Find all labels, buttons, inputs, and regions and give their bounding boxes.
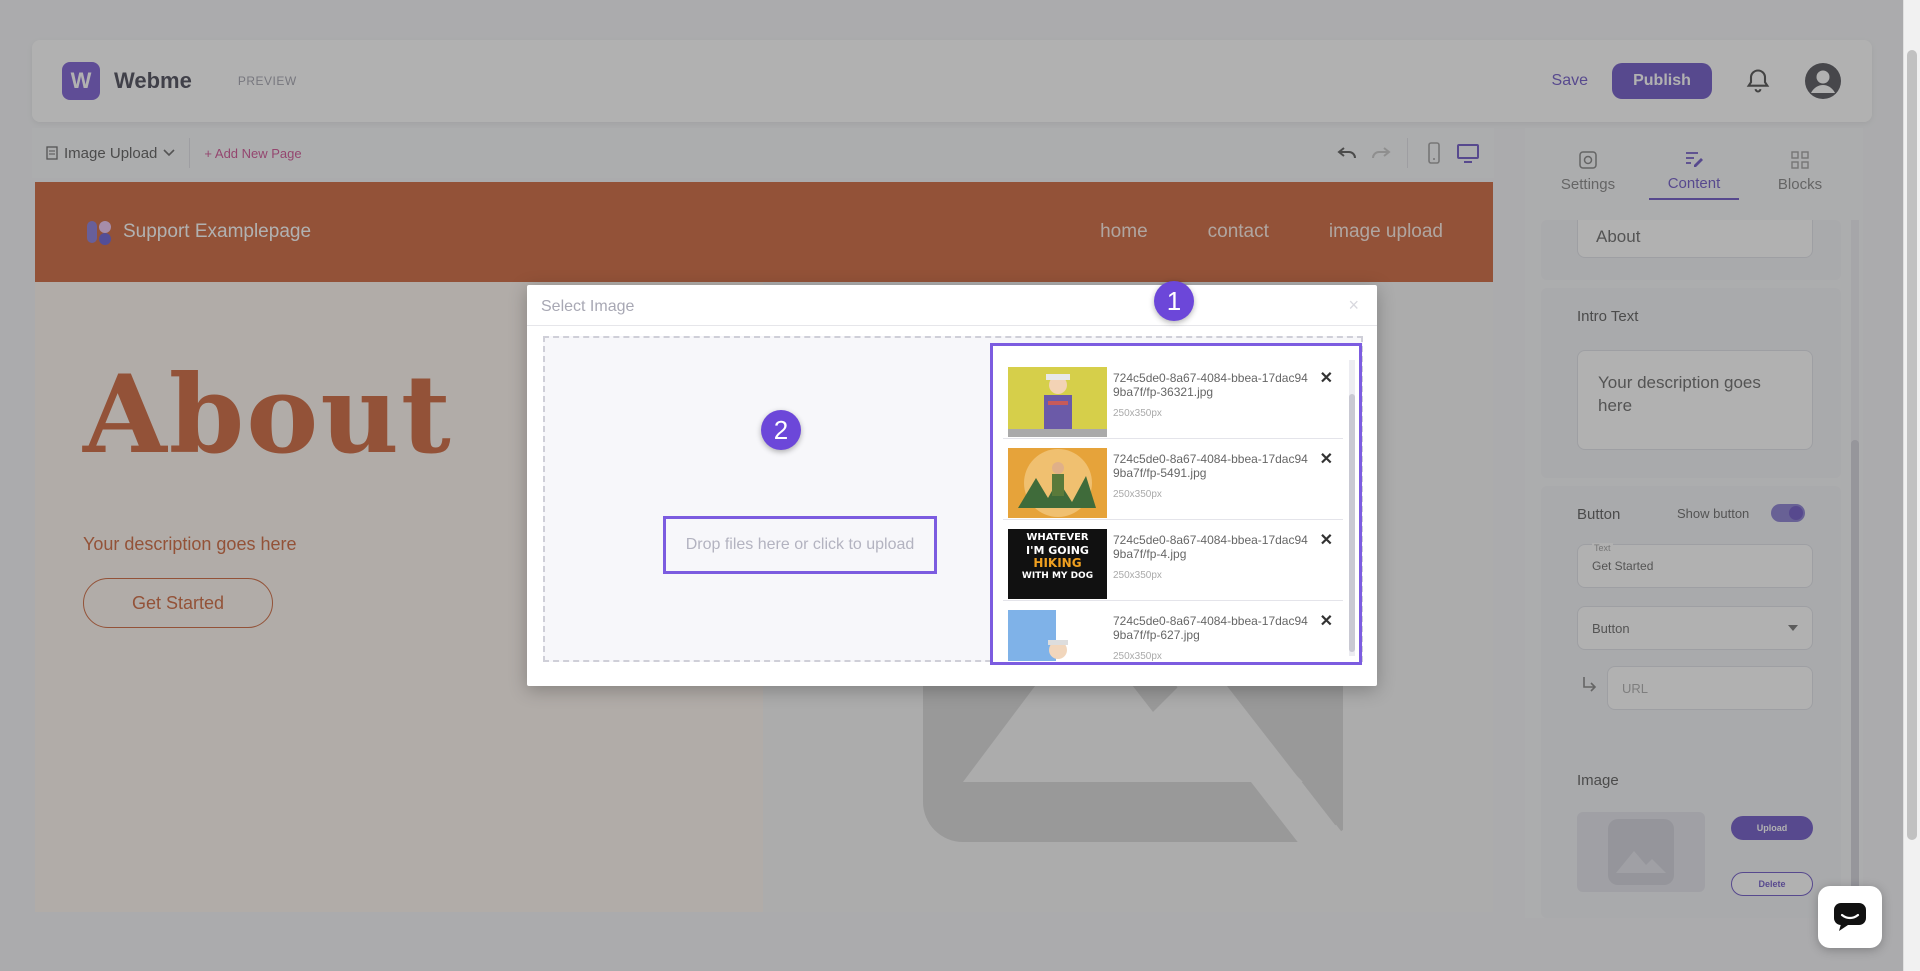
- step-badge-1: 1: [1154, 281, 1194, 321]
- remove-file-icon[interactable]: ✕: [1320, 449, 1333, 469]
- file-size: 250x350px: [1113, 408, 1162, 419]
- page-scrollbar-thumb[interactable]: [1907, 50, 1917, 840]
- file-thumbnail[interactable]: WHATEVER I'M GOING HIKING WITH MY DOG: [1008, 529, 1107, 599]
- hiker-thumbnail-icon: [1018, 449, 1096, 517]
- remove-file-icon[interactable]: ✕: [1320, 530, 1333, 550]
- step-badge-2: 2: [761, 410, 801, 450]
- remove-file-icon[interactable]: ✕: [1320, 368, 1333, 388]
- file-item[interactable]: 724c5de0-8a67-4084-bbea-17dac949ba7f/fp-…: [1003, 601, 1343, 661]
- file-list-scrollbar-thumb[interactable]: [1349, 394, 1355, 652]
- thumbnail-text: WHATEVER I'M GOING HIKING WITH MY DOG: [1008, 529, 1107, 583]
- drop-files-text: Drop files here or click to upload: [685, 536, 915, 553]
- file-item[interactable]: 724c5de0-8a67-4084-bbea-17dac949ba7f/fp-…: [1003, 358, 1343, 439]
- file-name: 724c5de0-8a67-4084-bbea-17dac949ba7f/fp-…: [1113, 533, 1308, 561]
- uploaded-files-list: 724c5de0-8a67-4084-bbea-17dac949ba7f/fp-…: [990, 343, 1362, 665]
- thumbnail-text-line: HIKING: [1033, 556, 1082, 570]
- chat-bubble-icon: [1834, 903, 1866, 931]
- remove-file-icon[interactable]: ✕: [1320, 611, 1333, 631]
- file-name: 724c5de0-8a67-4084-bbea-17dac949ba7f/fp-…: [1113, 371, 1308, 399]
- file-item[interactable]: WHATEVER I'M GOING HIKING WITH MY DOG 72…: [1003, 520, 1343, 601]
- file-thumbnail[interactable]: [1008, 448, 1107, 518]
- drop-text-highlight[interactable]: Drop files here or click to upload: [663, 516, 937, 574]
- file-thumbnail[interactable]: [1008, 367, 1107, 437]
- file-size: 250x350px: [1113, 570, 1162, 581]
- page-scrollbar[interactable]: [1903, 0, 1920, 971]
- file-list-scrollbar[interactable]: [1349, 360, 1355, 656]
- file-item[interactable]: 724c5de0-8a67-4084-bbea-17dac949ba7f/fp-…: [1003, 439, 1343, 520]
- file-thumbnail[interactable]: [1008, 610, 1107, 661]
- modal-close-button[interactable]: ×: [1348, 295, 1359, 316]
- person-thumbnail-icon: [1008, 610, 1068, 661]
- file-size: 250x350px: [1113, 651, 1162, 661]
- thumbnail-text-line: WHATEVER: [1026, 532, 1089, 543]
- chat-widget-button[interactable]: [1818, 886, 1882, 948]
- person-thumbnail-icon: [1008, 374, 1107, 437]
- modal-divider: [527, 325, 1377, 326]
- file-name: 724c5de0-8a67-4084-bbea-17dac949ba7f/fp-…: [1113, 452, 1308, 480]
- file-size: 250x350px: [1113, 489, 1162, 500]
- select-image-modal: Select Image × Drop files here or click …: [527, 281, 1377, 686]
- thumbnail-text-line: WITH MY DOG: [1021, 571, 1094, 581]
- modal-title: Select Image: [541, 298, 635, 315]
- file-name: 724c5de0-8a67-4084-bbea-17dac949ba7f/fp-…: [1113, 614, 1308, 642]
